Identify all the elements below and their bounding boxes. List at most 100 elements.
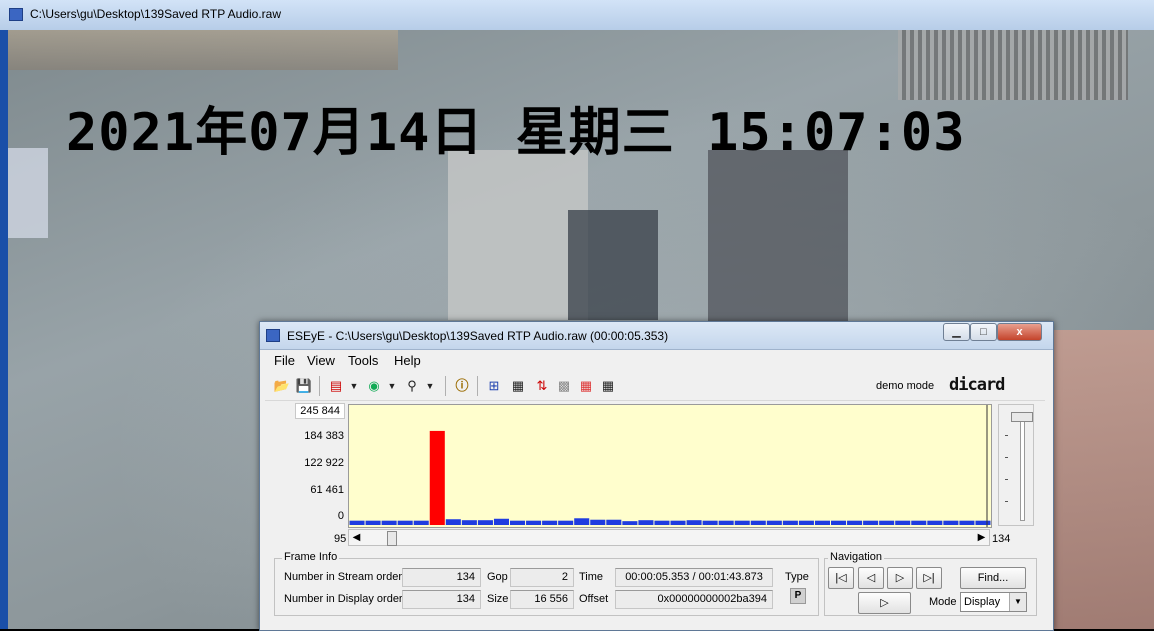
bar[interactable] — [461, 520, 477, 525]
toolbar-separator — [445, 376, 446, 396]
menu-view[interactable]: View — [307, 353, 335, 368]
next-frame-button[interactable]: ▷ — [887, 567, 913, 589]
bar-selected[interactable] — [429, 430, 445, 525]
menu-help[interactable]: Help — [394, 353, 421, 368]
table-icon[interactable]: ▦ — [509, 377, 527, 395]
bar[interactable] — [863, 520, 879, 525]
bar[interactable] — [510, 520, 526, 525]
find-button[interactable]: Find... — [960, 567, 1026, 589]
chevron-down-icon: ▼ — [1009, 593, 1026, 611]
bar[interactable] — [927, 520, 943, 525]
bar[interactable] — [590, 519, 606, 525]
bar[interactable] — [750, 520, 766, 525]
play-button[interactable]: ▷ — [858, 592, 911, 614]
zoom-icon[interactable]: ⚲ — [403, 377, 421, 395]
y-tick-label: 0 — [337, 510, 344, 522]
close-button[interactable]: x — [997, 323, 1042, 341]
last-frame-button[interactable]: ▷| — [916, 567, 942, 589]
outer-title-bar[interactable]: C:\Users\gu\Desktop\139Saved RTP Audio.r… — [0, 0, 1154, 31]
bar[interactable] — [718, 520, 734, 525]
bar[interactable] — [413, 520, 429, 525]
bar[interactable] — [654, 520, 670, 525]
number-display-label: Number in Display order — [284, 593, 403, 605]
bar[interactable] — [847, 520, 863, 525]
bar[interactable] — [526, 520, 542, 525]
first-frame-button[interactable]: |◁ — [828, 567, 854, 589]
info-icon[interactable]: ⓘ — [453, 377, 471, 395]
frame-info-title: Frame Info — [282, 551, 340, 563]
mode-select[interactable]: Display ▼ — [960, 592, 1027, 612]
menu-file[interactable]: File — [274, 353, 295, 368]
chart-scrollbar[interactable]: ◀ ▶ — [348, 529, 990, 546]
slider-track — [1020, 413, 1025, 521]
y-tick-label: 184 383 — [304, 430, 344, 442]
bar[interactable] — [686, 520, 702, 525]
bar[interactable] — [558, 520, 574, 525]
bar[interactable] — [782, 520, 798, 525]
color-grid-icon[interactable]: ▦ — [577, 377, 595, 395]
eseye-window: ESEyE - C:\Users\gu\Desktop\139Saved RTP… — [259, 321, 1054, 631]
prev-frame-button[interactable]: ◁ — [858, 567, 884, 589]
bar[interactable] — [798, 520, 814, 525]
boxes — [8, 148, 48, 238]
bar[interactable] — [766, 520, 782, 525]
window-title-bar[interactable]: ESEyE - C:\Users\gu\Desktop\139Saved RTP… — [260, 322, 1053, 350]
bar[interactable] — [943, 520, 959, 525]
bar[interactable] — [734, 520, 750, 525]
type-label: Type — [785, 571, 809, 583]
forklift-body — [448, 150, 588, 320]
bar[interactable] — [831, 520, 847, 525]
menu-tools[interactable]: Tools — [348, 353, 378, 368]
x-range-end: 134 — [992, 533, 1011, 545]
folder-open-icon[interactable]: 📂 — [273, 377, 291, 395]
bar[interactable] — [574, 518, 590, 525]
number-display-field: 134 — [402, 590, 481, 609]
forklift-mast — [708, 150, 848, 340]
bar[interactable] — [445, 519, 461, 525]
scroll-thumb[interactable] — [387, 531, 397, 546]
mode-label: Mode — [929, 596, 957, 608]
bar[interactable] — [670, 520, 686, 525]
bar[interactable] — [606, 519, 622, 525]
bar[interactable] — [397, 520, 413, 525]
bar[interactable] — [542, 520, 558, 525]
bar[interactable] — [975, 520, 991, 525]
maximize-button[interactable]: □ — [970, 323, 997, 341]
chevron-down-icon[interactable]: ▼ — [421, 377, 439, 395]
scroll-left-icon[interactable]: ◀ — [349, 530, 364, 545]
bar[interactable] — [895, 520, 911, 525]
chart-icon[interactable]: ▤ — [327, 377, 345, 395]
bar[interactable] — [814, 520, 830, 525]
scroll-right-icon[interactable]: ▶ — [974, 530, 989, 545]
bar[interactable] — [622, 521, 638, 525]
color-wheel-icon[interactable]: ◉ — [365, 377, 383, 395]
y-axis-labels: 245 844 184 383 122 922 61 461 0 — [276, 403, 345, 533]
tiles-icon[interactable]: ▩ — [555, 377, 573, 395]
outer-window-title: C:\Users\gu\Desktop\139Saved RTP Audio.r… — [30, 7, 282, 21]
zoom-slider[interactable] — [998, 404, 1034, 526]
chevron-down-icon[interactable]: ▼ — [345, 377, 363, 395]
bar[interactable] — [702, 520, 718, 525]
y-tick-label: 122 922 — [304, 457, 344, 469]
frame-info-group: Frame Info Number in Stream order 134 Nu… — [274, 551, 819, 616]
grid-icon[interactable]: ▦ — [599, 377, 617, 395]
mode-select-value: Display — [964, 596, 1001, 608]
bar[interactable] — [349, 520, 365, 525]
bar[interactable] — [365, 520, 381, 525]
slider-knob[interactable] — [1011, 412, 1033, 422]
save-icon[interactable]: 💾 — [295, 377, 313, 395]
chevron-down-icon[interactable]: ▼ — [383, 377, 401, 395]
minimize-button[interactable]: ▁ — [943, 323, 970, 341]
bar[interactable] — [959, 520, 975, 525]
bar[interactable] — [381, 520, 397, 525]
slider-tick — [1005, 457, 1008, 458]
pallet-stack — [8, 30, 398, 70]
bar[interactable] — [638, 520, 654, 525]
bar[interactable] — [477, 520, 493, 525]
frame-size-chart[interactable] — [348, 404, 992, 528]
arrows-icon[interactable]: ⇅ — [533, 377, 551, 395]
bar[interactable] — [879, 520, 895, 525]
grid-lines-icon[interactable]: ⊞ — [485, 377, 503, 395]
bar[interactable] — [493, 518, 509, 525]
bar[interactable] — [911, 520, 927, 525]
